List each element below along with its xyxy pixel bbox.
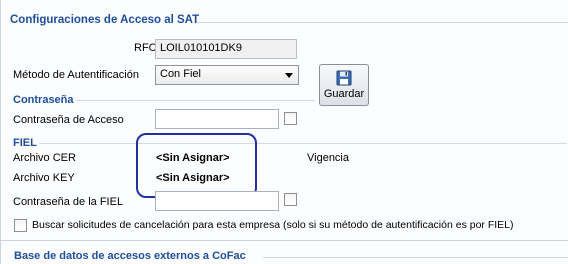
cancel-search-checkbox[interactable] bbox=[14, 219, 27, 232]
rfc-label: RFC bbox=[134, 42, 157, 54]
access-password-input[interactable] bbox=[155, 109, 279, 129]
sat-access-settings-panel: Configuraciones de Acceso al SAT RFC LOI… bbox=[0, 0, 568, 264]
save-button-label: Guardar bbox=[323, 88, 365, 100]
contrasena-group-rule bbox=[77, 100, 315, 101]
access-password-label: Contraseña de Acceso bbox=[13, 114, 124, 126]
highlight-annotation bbox=[136, 133, 257, 198]
fiel-group-title: FIEL bbox=[13, 137, 37, 149]
save-button[interactable]: Guardar bbox=[319, 64, 369, 106]
external-db-top-rule bbox=[1, 240, 568, 241]
contrasena-group-title: Contraseña bbox=[13, 94, 74, 106]
fiel-password-input[interactable] bbox=[155, 191, 279, 211]
show-fiel-password-checkbox[interactable] bbox=[284, 193, 297, 206]
cer-file-label: Archivo CER bbox=[13, 152, 76, 164]
auth-method-select[interactable]: Con Fiel bbox=[155, 65, 299, 85]
external-db-title-rule bbox=[263, 257, 568, 258]
rfc-field[interactable]: LOIL010101DK9 bbox=[155, 39, 297, 59]
cancel-search-label: Buscar solicitudes de cancelación para e… bbox=[32, 219, 514, 231]
vigencia-label: Vigencia bbox=[307, 152, 349, 164]
section-title-rule bbox=[197, 22, 568, 23]
auth-method-label: Método de Autentificación bbox=[13, 69, 139, 81]
auth-method-selected: Con Fiel bbox=[160, 68, 201, 80]
floppy-disk-icon bbox=[336, 70, 352, 86]
section-title: Configuraciones de Acceso al SAT bbox=[10, 14, 200, 26]
key-file-label: Archivo KEY bbox=[13, 172, 75, 184]
external-db-title: Base de datos de accesos externos a CoFa… bbox=[14, 250, 246, 262]
fiel-password-label: Contraseña de la FIEL bbox=[13, 196, 124, 208]
show-access-password-checkbox[interactable] bbox=[284, 112, 297, 125]
chevron-down-icon bbox=[285, 73, 293, 78]
fiel-group-rule bbox=[39, 143, 567, 144]
